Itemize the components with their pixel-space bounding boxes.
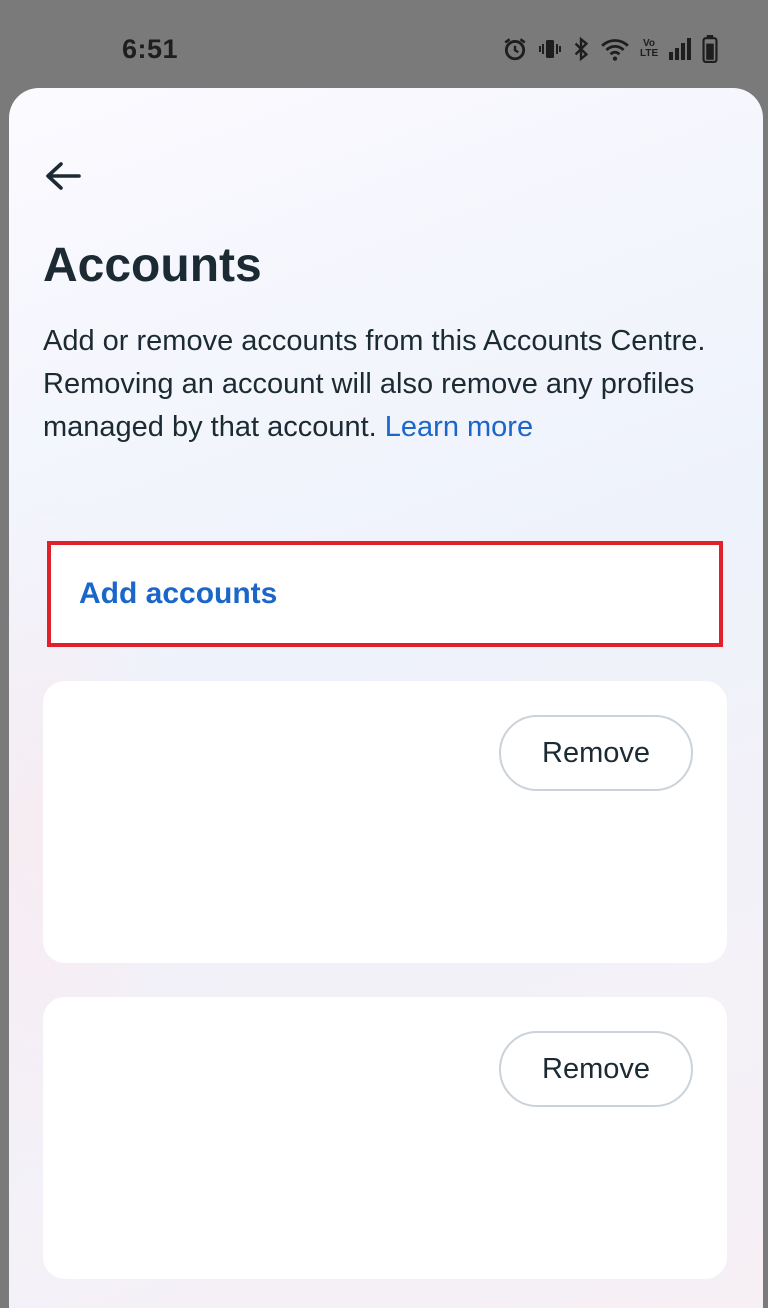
add-accounts-label: Add accounts — [79, 577, 278, 610]
bluetooth-icon — [572, 36, 590, 62]
remove-account-button[interactable]: Remove — [499, 715, 693, 791]
learn-more-link[interactable]: Learn more — [385, 411, 533, 443]
accounts-sheet: Accounts Add or remove accounts from thi… — [9, 88, 763, 1308]
account-card: Remove — [43, 997, 727, 1279]
page-title: Accounts — [43, 239, 262, 292]
status-bar: 6:51 Vo LTE — [0, 0, 768, 90]
signal-icon — [668, 37, 692, 61]
remove-account-button[interactable]: Remove — [499, 1031, 693, 1107]
battery-icon — [702, 35, 718, 63]
page-description: Add or remove accounts from this Account… — [43, 320, 733, 449]
description-text: Add or remove accounts from this Account… — [43, 325, 706, 443]
wifi-icon — [600, 36, 630, 62]
back-button[interactable] — [39, 158, 87, 198]
status-time: 6:51 — [122, 34, 179, 64]
account-card: Remove — [43, 681, 727, 963]
add-accounts-button[interactable]: Add accounts — [47, 541, 723, 647]
arrow-left-icon — [43, 160, 83, 197]
status-icons: Vo LTE — [502, 34, 718, 64]
vibrate-icon — [538, 36, 562, 62]
alarm-icon — [502, 36, 528, 62]
volte-icon: Vo LTE — [640, 38, 659, 59]
